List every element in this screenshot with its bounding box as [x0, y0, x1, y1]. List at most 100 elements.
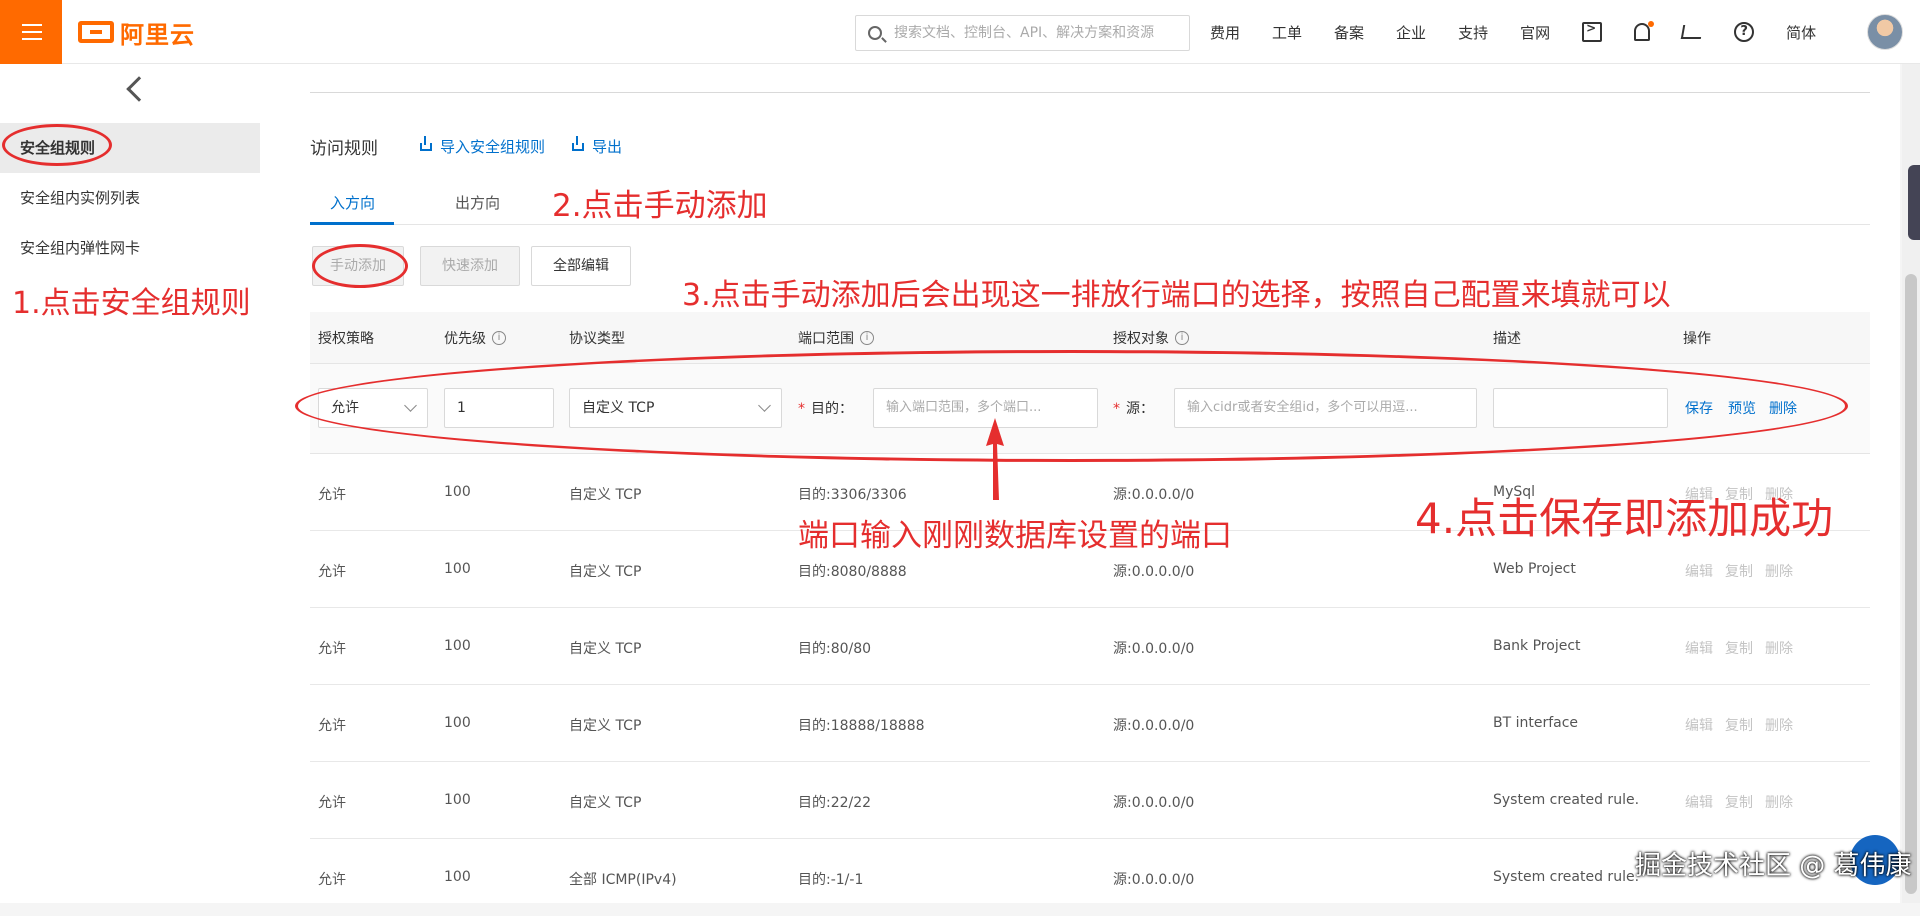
cell-desc: BT interface: [1493, 715, 1579, 731]
info-icon[interactable]: i: [1175, 331, 1189, 345]
tab-inbound[interactable]: 入方向: [330, 192, 375, 213]
export-link[interactable]: 导出: [572, 135, 623, 157]
cell-protocol: 自定义 TCP: [569, 564, 642, 580]
import-rules-link[interactable]: 导入安全组规则: [420, 135, 546, 157]
col-priority-label: 优先级: [444, 331, 486, 347]
sidebar-item-instances[interactable]: 安全组内实例列表: [0, 173, 260, 223]
col-description-label: 描述: [1493, 331, 1521, 347]
col-protocol: 协议类型: [569, 328, 625, 348]
col-auth-object-label: 授权对象: [1113, 331, 1169, 347]
cell-port: 目的:80/80: [798, 641, 872, 657]
cell-policy: 允许: [318, 487, 346, 503]
nav-official[interactable]: 官网: [1520, 22, 1550, 43]
col-auth-object: 授权对象 i: [1113, 328, 1189, 348]
top-bar: 阿里云 费用 工单 备案 企业 支持 官网 ? 简体: [0, 0, 1920, 64]
cell-protocol: 自定义 TCP: [569, 487, 642, 503]
col-actions-label: 操作: [1683, 331, 1711, 347]
bell-icon[interactable]: [1634, 21, 1655, 41]
row-delete-link[interactable]: 删除: [1765, 561, 1793, 581]
cell-priority: 100: [444, 484, 471, 500]
aliyun-logo[interactable]: 阿里云: [78, 18, 195, 49]
cart-icon[interactable]: [1680, 25, 1704, 39]
row-edit-link[interactable]: 编辑: [1685, 638, 1713, 658]
main-panel: 访问规则 导入安全组规则 导出 入方向 出方向 手动添加 快速添加 全部编辑 授…: [260, 64, 1900, 903]
edit-all-button[interactable]: 全部编辑: [531, 246, 631, 286]
row-delete-link[interactable]: 删除: [1765, 792, 1793, 812]
info-icon[interactable]: i: [492, 331, 506, 345]
annotation-circle-manual-add: [312, 244, 408, 288]
cell-source: 源:0.0.0.0/0: [1113, 795, 1195, 811]
annotation-circle-edit-row: [295, 350, 1848, 462]
help-icon[interactable]: ?: [1734, 22, 1755, 42]
table-row: 允许 100 自定义 TCP 目的:18888/18888 源:0.0.0.0/…: [310, 685, 1870, 762]
cell-protocol: 自定义 TCP: [569, 641, 642, 657]
row-delete-link[interactable]: 删除: [1765, 715, 1793, 735]
watermark: 掘金技术社区 @ 葛伟康: [1635, 851, 1912, 881]
col-description: 描述: [1493, 328, 1521, 348]
side-widget[interactable]: [1908, 165, 1920, 240]
row-copy-link[interactable]: 复制: [1725, 715, 1753, 735]
cell-source: 源:0.0.0.0/0: [1113, 487, 1195, 503]
col-port-range: 端口范围 i: [798, 328, 874, 348]
logo-icon: [78, 21, 114, 43]
top-nav: 费用 工单 备案 企业 支持 官网 ? 简体: [1210, 0, 1848, 64]
cell-port: 目的:8080/8888: [798, 564, 907, 580]
language-switch[interactable]: 简体: [1786, 22, 1816, 43]
row-delete-link[interactable]: 删除: [1765, 638, 1793, 658]
nav-fee[interactable]: 费用: [1210, 22, 1240, 43]
nav-icp[interactable]: 备案: [1334, 22, 1364, 43]
col-actions: 操作: [1683, 328, 1711, 348]
row-copy-link[interactable]: 复制: [1725, 561, 1753, 581]
cell-source: 源:0.0.0.0/0: [1113, 564, 1195, 580]
menu-icon[interactable]: [0, 0, 62, 64]
col-protocol-label: 协议类型: [569, 331, 625, 347]
row-edit-link[interactable]: 编辑: [1685, 792, 1713, 812]
annotation-step1: 1.点击安全组规则: [12, 286, 251, 321]
table-row: 允许 100 自定义 TCP 目的:22/22 源:0.0.0.0/0 Syst…: [310, 762, 1870, 839]
cell-port: 目的:18888/18888: [798, 718, 925, 734]
nav-ticket[interactable]: 工单: [1272, 22, 1302, 43]
quick-add-button[interactable]: 快速添加: [420, 246, 520, 286]
row-edit-link[interactable]: 编辑: [1685, 561, 1713, 581]
cell-priority: 100: [444, 869, 471, 885]
scroll-thumb[interactable]: [1905, 274, 1917, 894]
cell-desc: Bank Project: [1493, 638, 1581, 654]
logo-text: 阿里云: [120, 20, 195, 49]
sidebar-item-eni[interactable]: 安全组内弹性网卡: [0, 223, 260, 273]
tab-outbound[interactable]: 出方向: [455, 192, 500, 213]
sidebar: 安全组规则 安全组内实例列表 安全组内弹性网卡: [0, 64, 260, 903]
table-row: 允许 100 自定义 TCP 目的:80/80 源:0.0.0.0/0 Bank…: [310, 608, 1870, 685]
col-priority: 优先级 i: [444, 328, 506, 348]
avatar[interactable]: [1867, 14, 1903, 50]
cell-protocol: 自定义 TCP: [569, 795, 642, 811]
upload-icon: [420, 135, 432, 151]
cell-desc: System created rule.: [1493, 792, 1640, 808]
download-icon: [572, 135, 584, 151]
cell-source: 源:0.0.0.0/0: [1113, 872, 1195, 888]
search-box[interactable]: [855, 15, 1190, 51]
cell-priority: 100: [444, 638, 471, 654]
chevron-left-icon[interactable]: [126, 76, 152, 102]
cell-policy: 允许: [318, 795, 346, 811]
col-policy-label: 授权策略: [318, 331, 374, 347]
import-rules-label: 导入安全组规则: [440, 138, 546, 156]
cell-port: 目的:-1/-1: [798, 872, 864, 888]
row-copy-link[interactable]: 复制: [1725, 638, 1753, 658]
export-label: 导出: [592, 138, 623, 156]
row-copy-link[interactable]: 复制: [1725, 792, 1753, 812]
nav-enterprise[interactable]: 企业: [1396, 22, 1426, 43]
annotation-step2: 2.点击手动添加: [552, 188, 768, 224]
info-icon[interactable]: i: [860, 331, 874, 345]
row-edit-link[interactable]: 编辑: [1685, 715, 1713, 735]
col-port-range-label: 端口范围: [798, 331, 854, 347]
annotation-step4: 4.点击保存即添加成功: [1415, 494, 1834, 543]
search-input[interactable]: [894, 16, 1184, 50]
cell-policy: 允许: [318, 718, 346, 734]
terminal-icon[interactable]: [1582, 21, 1603, 42]
nav-support[interactable]: 支持: [1458, 22, 1488, 43]
cell-source: 源:0.0.0.0/0: [1113, 718, 1195, 734]
notification-dot: [1648, 21, 1655, 27]
tabs-divider: [310, 224, 1870, 225]
cell-policy: 允许: [318, 564, 346, 580]
cell-protocol: 全部 ICMP(IPv4): [569, 872, 677, 888]
